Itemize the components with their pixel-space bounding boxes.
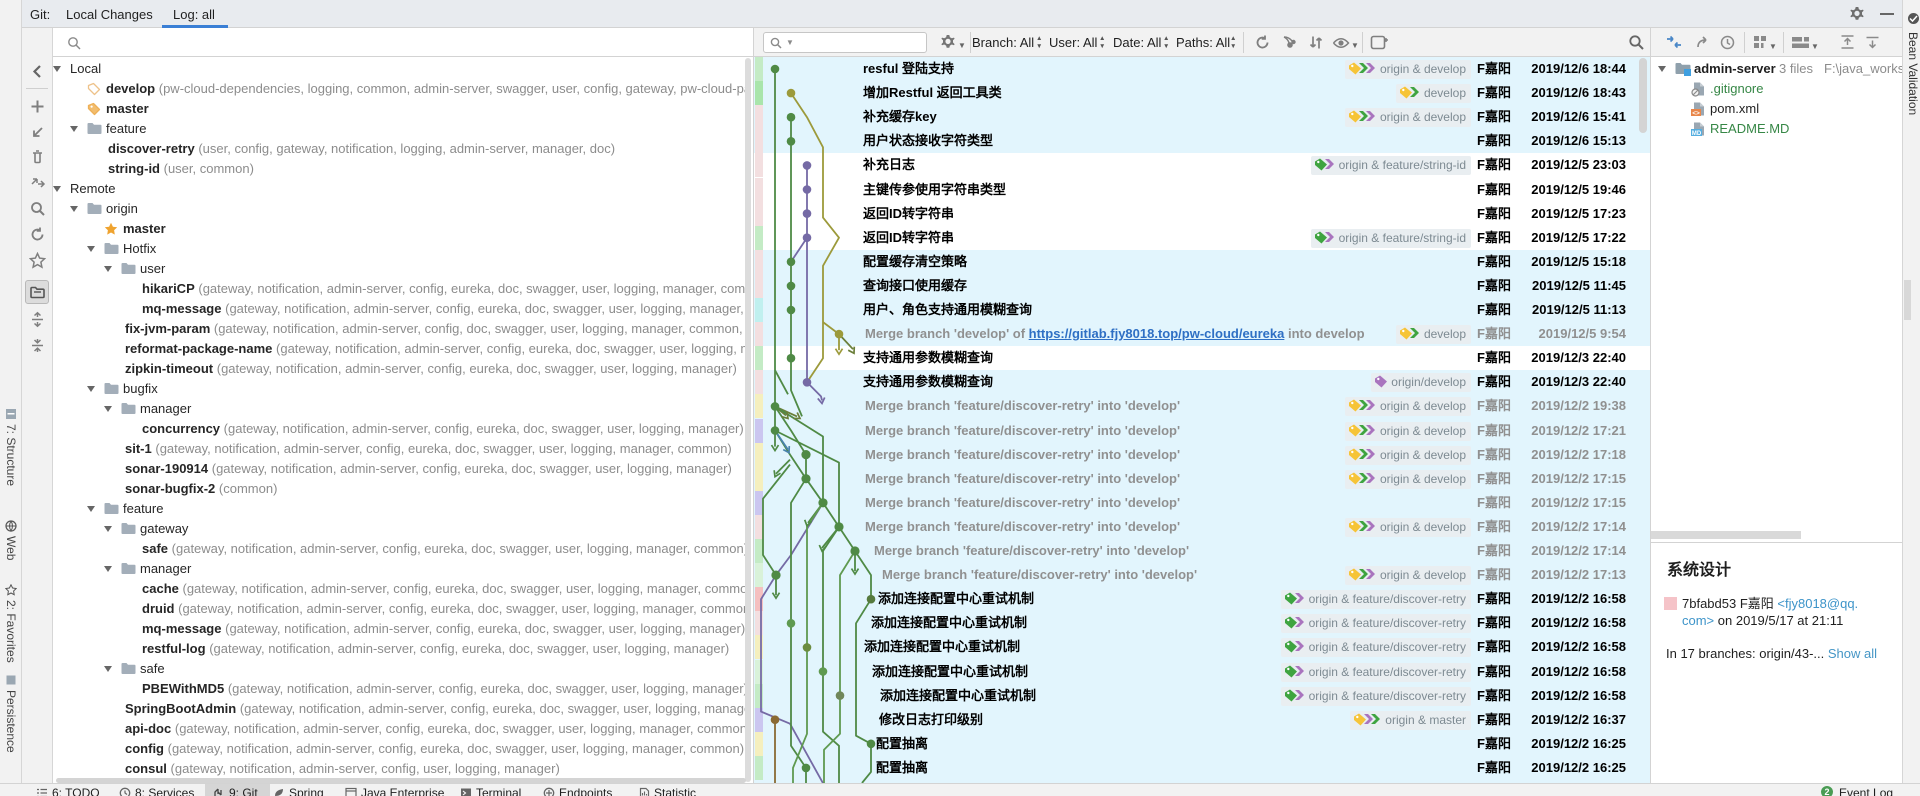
- svg-text:MD: MD: [1692, 131, 1702, 137]
- svg-text:<>: <>: [1692, 110, 1700, 117]
